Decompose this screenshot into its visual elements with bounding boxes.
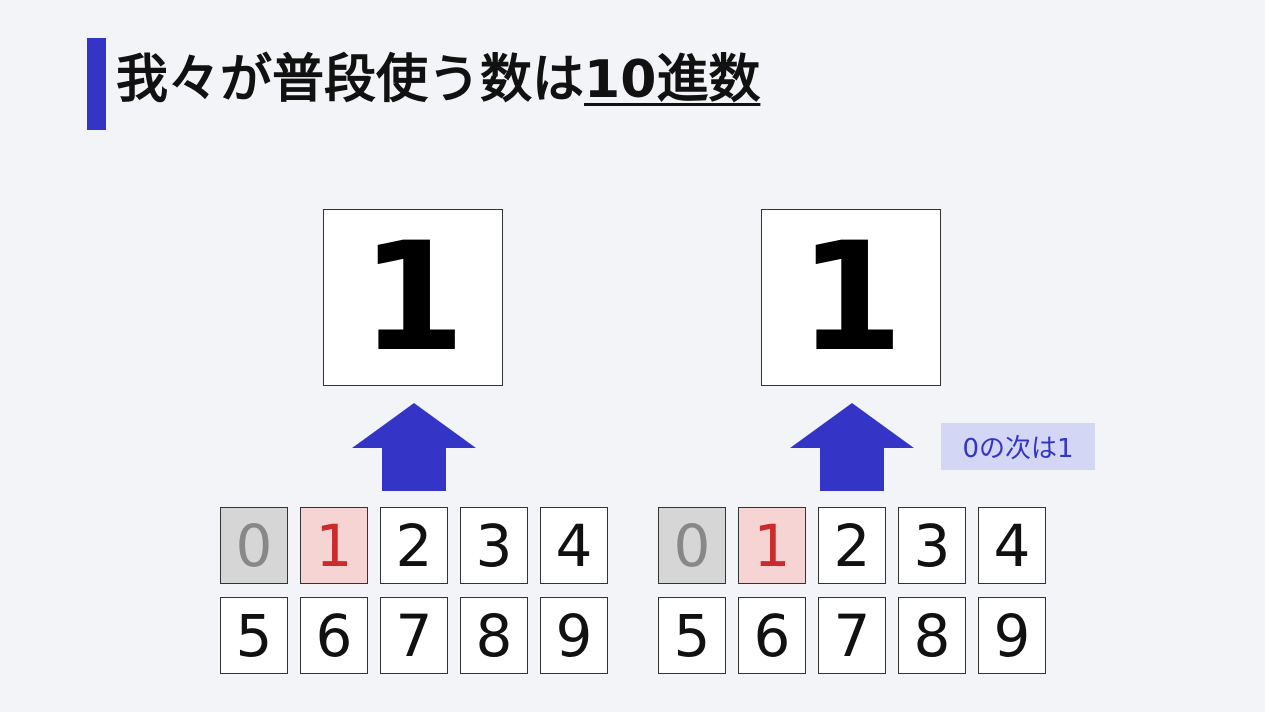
title-accent-bar	[87, 38, 106, 130]
arrow-up-shape	[790, 403, 914, 491]
digit-cell-6: 6	[300, 597, 368, 674]
arrow-up-icon	[790, 403, 914, 491]
digit-cell-4: 4	[978, 507, 1046, 584]
digit-cell-1: 1	[738, 507, 806, 584]
arrow-up-icon	[352, 403, 476, 491]
panel-left: 1 0 1 2 3 4 5 6 7 8 9	[220, 0, 610, 712]
display-card: 1	[323, 209, 503, 386]
digit-cell-8: 8	[460, 597, 528, 674]
digit-cell-2: 2	[380, 507, 448, 584]
digit-cell-0: 0	[658, 507, 726, 584]
display-card: 1	[761, 209, 941, 386]
digit-cell-9: 9	[540, 597, 608, 674]
digit-cell-6: 6	[738, 597, 806, 674]
arrow-up-shape	[352, 403, 476, 491]
digit-cell-8: 8	[898, 597, 966, 674]
digit-cell-2: 2	[818, 507, 886, 584]
digit-cell-3: 3	[898, 507, 966, 584]
callout-label: 0の次は1	[941, 423, 1095, 470]
digit-cell-7: 7	[380, 597, 448, 674]
digit-cell-0: 0	[220, 507, 288, 584]
digit-cell-3: 3	[460, 507, 528, 584]
panel-right: 1 0 1 2 3 4 5 6 7 8 9	[657, 0, 1047, 712]
digit-cell-5: 5	[658, 597, 726, 674]
digit-cell-9: 9	[978, 597, 1046, 674]
digit-cell-1: 1	[300, 507, 368, 584]
digit-cell-7: 7	[818, 597, 886, 674]
digit-cell-4: 4	[540, 507, 608, 584]
digit-cell-5: 5	[220, 597, 288, 674]
